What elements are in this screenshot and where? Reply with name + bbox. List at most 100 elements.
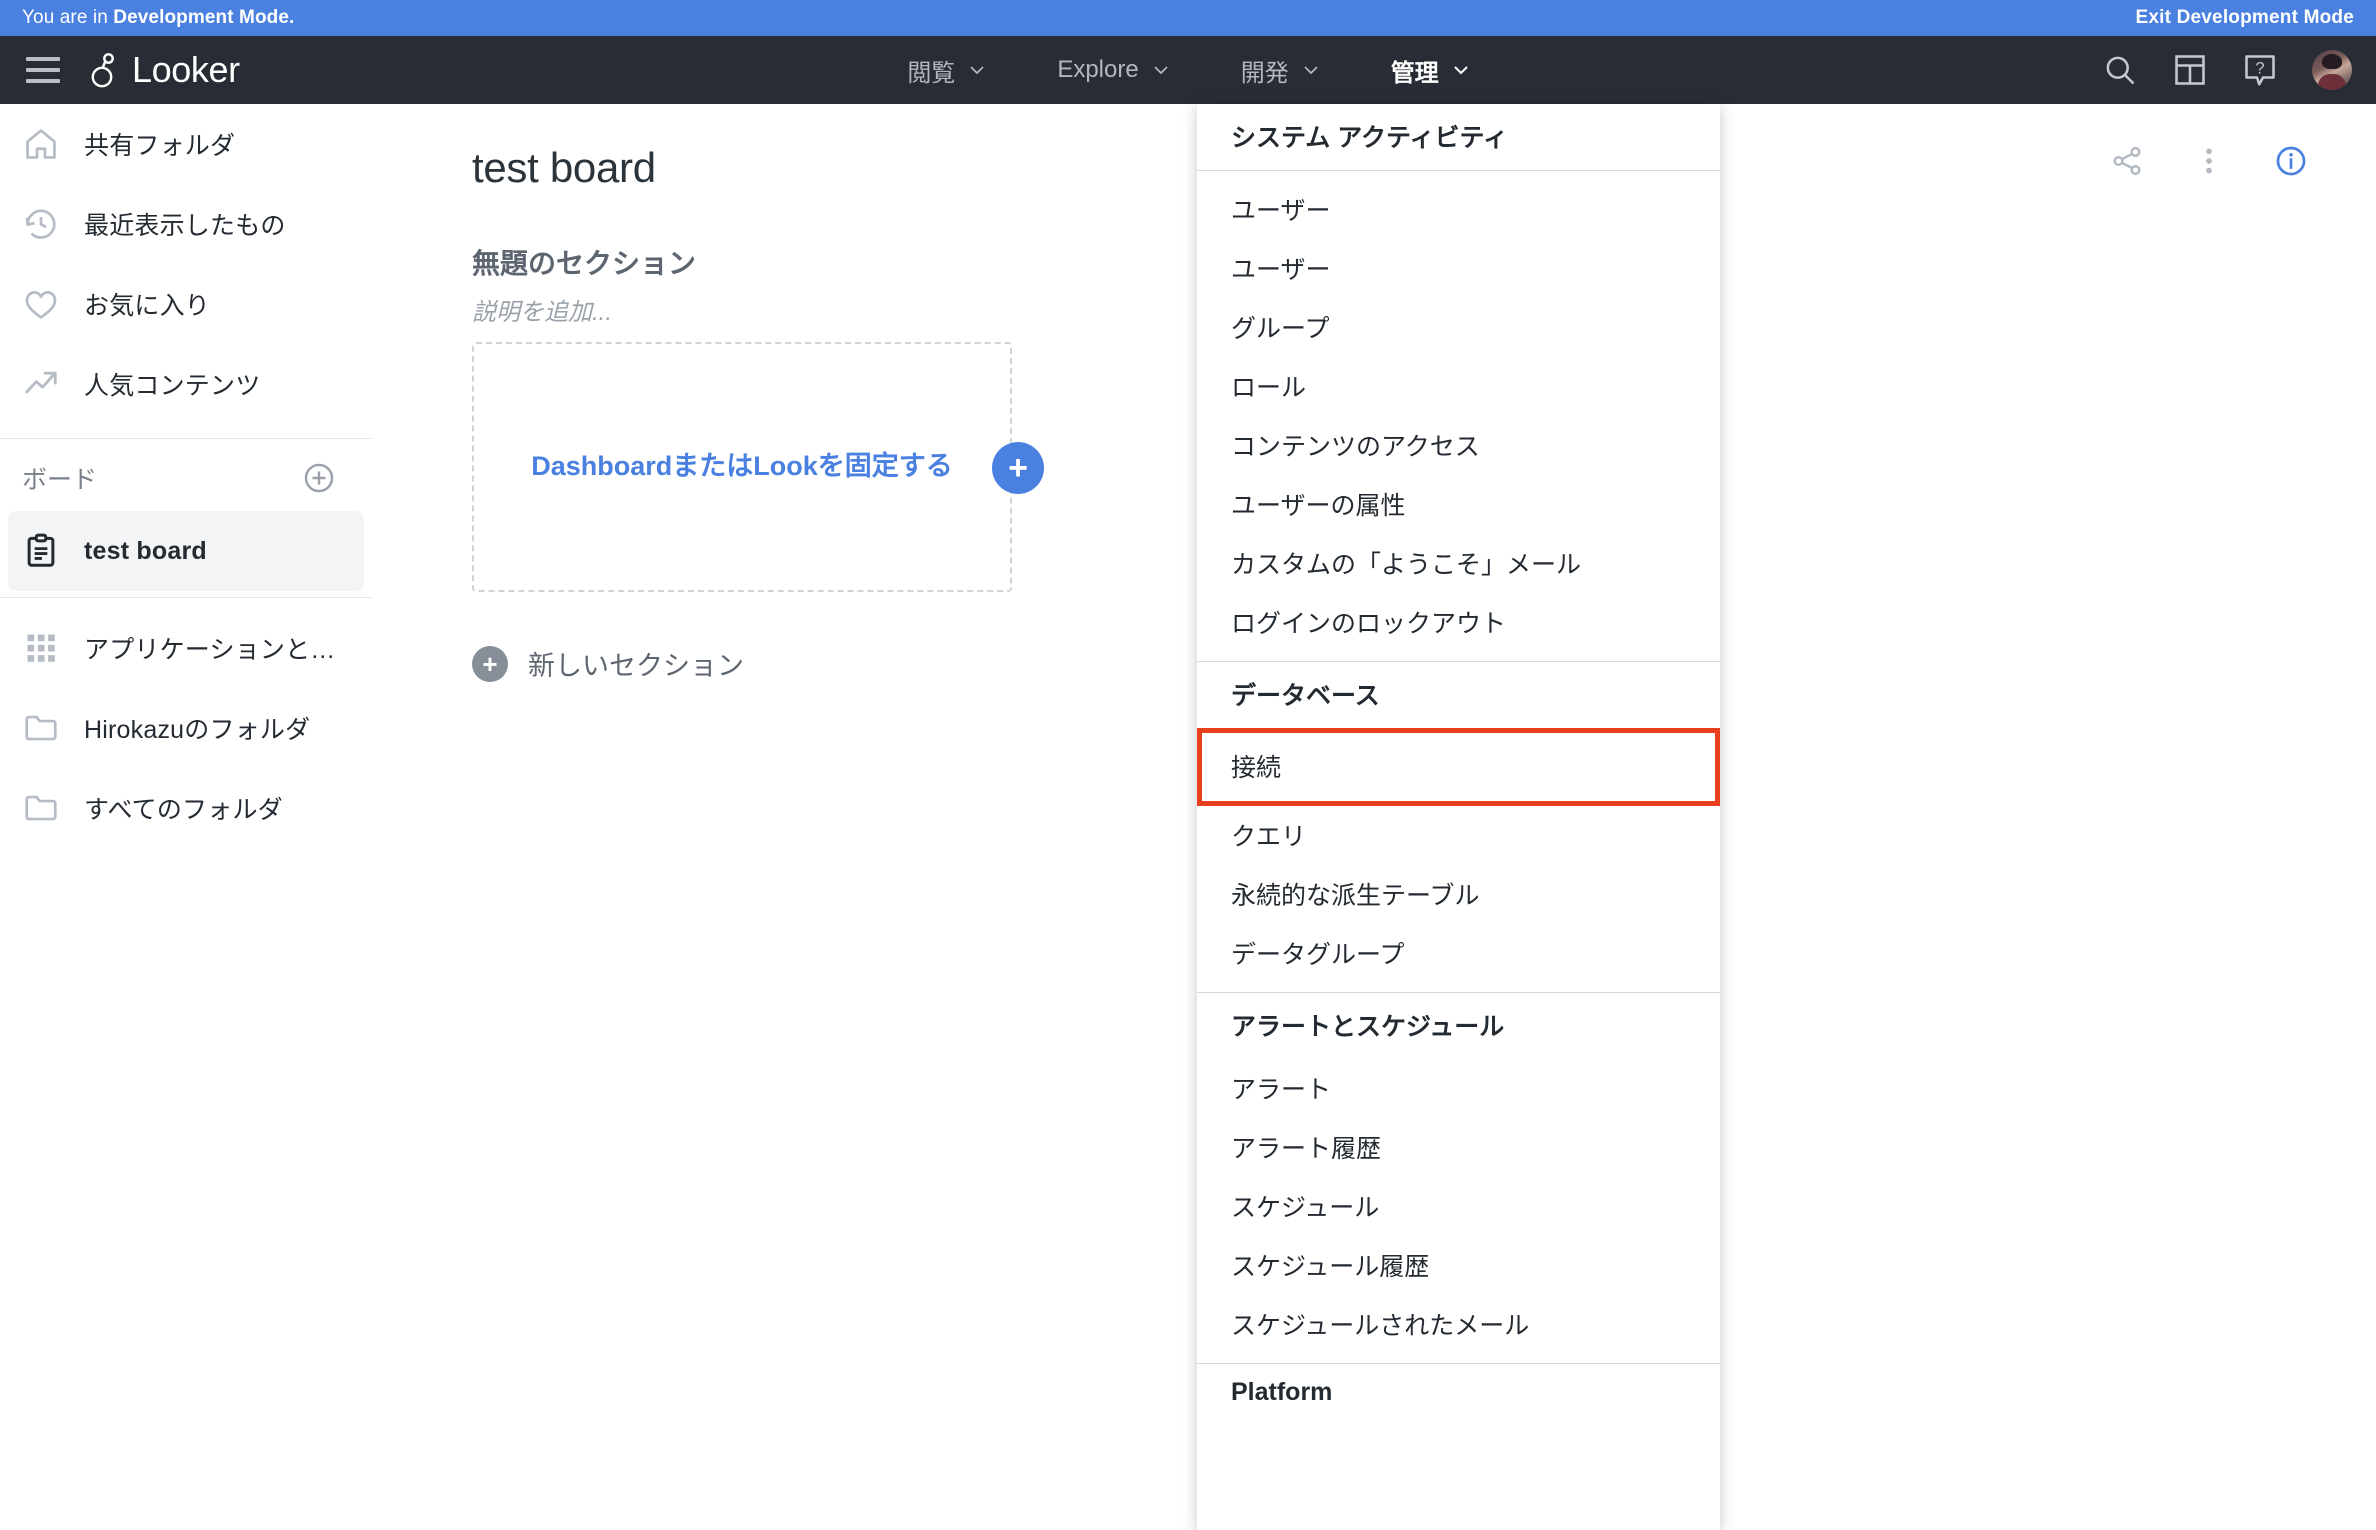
add-pin-button[interactable]: + (992, 442, 1044, 494)
menu-item-schedule-history[interactable]: スケジュール履歴 (1197, 1236, 1720, 1295)
sidebar-item-favorites[interactable]: お気に入り (8, 264, 364, 344)
sidebar-divider-1 (0, 438, 372, 439)
sidebar: 共有フォルダ 最近表示したもの お気に入り 人気コンテンツ ボード test b… (0, 104, 372, 1530)
nav-item-explore-label: Explore (1057, 56, 1139, 83)
sidebar-item-shared-folder-label: 共有フォルダ (84, 132, 236, 160)
sidebar-item-hirokazu-folder[interactable]: Hirokazuのフォルダ (8, 688, 364, 768)
trending-up-icon (25, 371, 57, 394)
help-icon[interactable]: ? (2242, 52, 2278, 88)
sidebar-boards-header: ボード (0, 445, 372, 511)
looker-wordmark: Looker (132, 49, 240, 90)
menu-group-database: データベース 接続 クエリ 永続的な派生テーブル データグループ (1197, 662, 1720, 993)
menu-item-users-1[interactable]: ユーザー (1197, 180, 1720, 239)
menu-item-alerts[interactable]: アラート (1197, 1059, 1720, 1118)
nav-item-admin-label: 管理 (1390, 59, 1439, 87)
sidebar-item-popular-content[interactable]: 人気コンテンツ (8, 344, 364, 424)
menu-item-roles[interactable]: ロール (1197, 357, 1720, 416)
search-icon[interactable] (2102, 52, 2138, 88)
sidebar-item-applications-label: アプリケーションと… (84, 636, 336, 664)
nav-item-explore[interactable]: Explore (1053, 50, 1172, 90)
looker-logo[interactable]: Looker (86, 49, 240, 91)
clipboard-icon (27, 533, 55, 567)
menu-header-database: データベース (1231, 682, 1380, 710)
nav-item-browse[interactable]: 閲覧 (903, 47, 989, 94)
menu-group-users: ユーザー ユーザー グループ ロール コンテンツのアクセス ユーザーの属性 カス… (1197, 171, 1720, 662)
nav-item-develop-label: 開発 (1240, 59, 1289, 87)
dev-mode-prefix: You are in (22, 7, 114, 28)
sidebar-item-all-folders[interactable]: すべてのフォルダ (8, 768, 364, 848)
history-icon (25, 209, 56, 239)
development-mode-message: You are in Development Mode. (22, 7, 294, 29)
menu-item-persistent-derived-tables[interactable]: 永続的な派生テーブル (1197, 865, 1720, 924)
menu-item-content-access[interactable]: コンテンツのアクセス (1197, 416, 1720, 475)
menu-item-groups[interactable]: グループ (1197, 298, 1720, 357)
menu-group-alerts-and-schedules: アラートとスケジュール アラート アラート履歴 スケジュール スケジュール履歴 … (1197, 993, 1720, 1364)
chevron-down-icon (1453, 66, 1468, 75)
marketplace-icon[interactable] (2172, 52, 2208, 88)
looker-mark-icon (91, 53, 114, 88)
info-icon[interactable] (2274, 144, 2308, 178)
pin-dashboard-or-look-dropzone[interactable]: DashboardまたはLookを固定する (472, 342, 1012, 592)
sidebar-item-all-folders-label: すべてのフォルダ (84, 796, 283, 824)
new-section-button[interactable]: + 新しいセクション (472, 644, 744, 683)
sidebar-item-test-board-label: test board (84, 536, 207, 565)
more-vertical-icon[interactable] (2192, 144, 2226, 178)
menu-item-users-2[interactable]: ユーザー (1197, 239, 1720, 298)
grid-apps-icon (27, 634, 55, 662)
sidebar-item-recently-viewed[interactable]: 最近表示したもの (8, 184, 364, 264)
menu-item-queries[interactable]: クエリ (1197, 806, 1720, 865)
menu-group-system-activity: システム アクティビティ (1197, 104, 1720, 171)
menu-item-login-lockout[interactable]: ログインのロックアウト (1197, 593, 1720, 652)
chevron-down-icon (970, 66, 984, 75)
menu-item-schedules[interactable]: スケジュール (1197, 1177, 1720, 1236)
nav-item-develop[interactable]: 開発 (1237, 47, 1323, 94)
avatar[interactable] (2312, 50, 2352, 90)
menu-icon[interactable] (20, 47, 66, 93)
section-description-placeholder[interactable]: 説明を追加... (472, 292, 612, 327)
svg-text:?: ? (2255, 60, 2264, 78)
sidebar-item-popular-content-label: 人気コンテンツ (84, 372, 261, 400)
sidebar-item-shared-folder[interactable]: 共有フォルダ (8, 104, 364, 184)
section-title: 無題のセクション (472, 248, 697, 279)
menu-spacer (1197, 1354, 1720, 1363)
menu-item-connections[interactable]: 接続 (1197, 728, 1720, 806)
menu-header-system-activity[interactable]: システム アクティビティ (1197, 104, 1720, 170)
sidebar-divider-2 (0, 597, 372, 598)
nav-item-browse-label: 閲覧 (907, 59, 956, 87)
menu-item-custom-welcome-email[interactable]: カスタムの「ようこそ」メール (1197, 534, 1720, 593)
board-actions (2110, 144, 2308, 178)
menu-header-alerts-and-schedules: アラートとスケジュール (1231, 1013, 1505, 1041)
menu-spacer (1197, 171, 1720, 180)
menu-spacer (1197, 983, 1720, 992)
nav-item-admin[interactable]: 管理 (1387, 47, 1473, 94)
menu-item-alert-history[interactable]: アラート履歴 (1197, 1118, 1720, 1177)
sidebar-item-hirokazu-folder-label: Hirokazuのフォルダ (84, 716, 311, 744)
sidebar-item-applications[interactable]: アプリケーションと… (8, 608, 364, 688)
new-section-label: 新しいセクション (528, 651, 744, 681)
development-mode-banner: You are in Development Mode. Exit Develo… (0, 0, 2376, 36)
menu-item-user-attributes[interactable]: ユーザーの属性 (1197, 475, 1720, 534)
plus-circle-icon: + (472, 645, 508, 682)
admin-dropdown-menu: システム アクティビティ ユーザー ユーザー グループ ロール コンテンツのアク… (1197, 104, 1720, 1530)
top-nav-actions: ? (2102, 50, 2352, 90)
pin-dashboard-or-look-label: DashboardまたはLookを固定する (531, 451, 953, 482)
share-icon[interactable] (2110, 144, 2144, 178)
home-icon (26, 129, 56, 159)
folder-icon (25, 795, 57, 821)
sidebar-item-favorites-label: お気に入り (84, 292, 211, 320)
main-nav: 閲覧 Explore 開発 管理 (0, 47, 2376, 94)
menu-spacer (1197, 652, 1720, 661)
page-title: test board (472, 144, 656, 191)
menu-header-platform: Platform (1231, 1378, 1333, 1406)
top-navigation-bar: Looker 閲覧 Explore 開発 管理 ? (0, 36, 2376, 104)
chevron-down-icon (1154, 66, 1168, 75)
sidebar-item-recently-viewed-label: 最近表示したもの (84, 212, 286, 240)
plus-circle-icon[interactable] (302, 461, 336, 495)
heart-icon (25, 291, 57, 319)
dev-mode-bold: Development Mode. (113, 7, 295, 28)
menu-item-datagroups[interactable]: データグループ (1197, 924, 1720, 983)
chevron-down-icon (1304, 66, 1318, 75)
exit-development-mode-button[interactable]: Exit Development Mode (2135, 7, 2354, 29)
sidebar-item-test-board[interactable]: test board (8, 511, 364, 591)
menu-item-scheduled-emails[interactable]: スケジュールされたメール (1197, 1295, 1720, 1354)
